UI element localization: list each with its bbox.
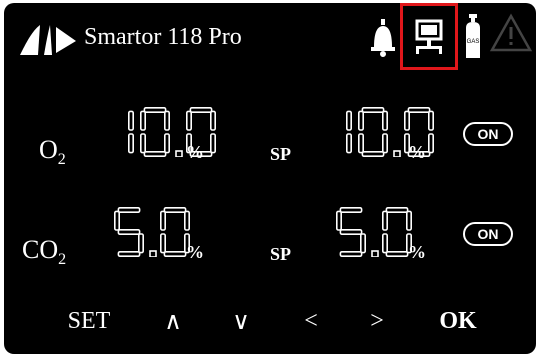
co2-label: CO2 — [22, 235, 67, 269]
segment-f — [186, 110, 193, 131]
digit-1 — [345, 110, 352, 154]
segment-e — [357, 133, 364, 154]
ok-button[interactable]: OK — [436, 303, 480, 339]
segment-c — [137, 233, 144, 254]
segment-f — [381, 210, 388, 231]
segment-c — [345, 133, 352, 154]
decimal-point — [175, 150, 183, 157]
segment-f — [139, 110, 146, 131]
digit-5 — [114, 207, 144, 257]
segment-c — [163, 133, 170, 154]
segment-c — [210, 133, 217, 154]
segment-a — [339, 207, 363, 214]
segment-a — [163, 207, 187, 214]
segment-f — [336, 210, 343, 231]
segment-d — [117, 250, 141, 257]
segment-b — [345, 110, 352, 131]
segment-e — [381, 233, 388, 254]
segment-c — [381, 133, 388, 154]
seven-segment-readout — [336, 207, 413, 257]
segment-d — [163, 250, 187, 257]
segment-a — [117, 207, 141, 214]
co2-value-display — [114, 207, 196, 257]
co2-unit: % — [186, 242, 204, 262]
segment-a — [143, 107, 167, 114]
o2-value-display — [104, 107, 222, 157]
up-button[interactable]: ∧ — [158, 303, 188, 339]
segment-b — [210, 110, 217, 131]
segment-d — [361, 150, 385, 157]
digit-5 — [336, 207, 366, 257]
segment-b — [127, 110, 134, 131]
segment-a — [407, 107, 431, 114]
network-icon — [415, 19, 443, 54]
o2-sp-label: SP — [270, 144, 292, 164]
app-title: Smartor 118 Pro — [84, 24, 242, 50]
segment-f — [159, 210, 166, 231]
segment-c — [127, 133, 134, 154]
segment-g — [339, 228, 363, 235]
set-button[interactable]: SET — [62, 303, 116, 339]
segment-e — [139, 133, 146, 154]
o2-sp-unit: % — [408, 142, 426, 162]
gas-cylinder-icon[interactable]: GAS — [462, 14, 484, 60]
co2-sp-unit: % — [408, 242, 426, 262]
digit-0 — [381, 207, 413, 257]
segment-f — [404, 110, 411, 131]
decimal-point — [371, 250, 379, 257]
segment-b — [428, 110, 435, 131]
display-screen: Smartor 118 Pro GAS O2 % SP % ON CO2 % S… — [4, 3, 536, 354]
segment-a — [361, 107, 385, 114]
digit-1 — [127, 110, 134, 154]
segment-d — [143, 150, 167, 157]
segment-e — [159, 233, 166, 254]
co2-toggle-button[interactable]: ON — [463, 222, 513, 246]
segment-b — [184, 210, 191, 231]
left-button[interactable]: < — [296, 303, 326, 339]
segment-f — [357, 110, 364, 131]
segment-g — [117, 228, 141, 235]
segment-c — [359, 233, 366, 254]
gas-label: GAS — [467, 39, 480, 45]
segment-a — [189, 107, 213, 114]
network-status-highlight[interactable] — [400, 3, 458, 70]
digit-0 — [139, 107, 170, 157]
co2-sp-label: SP — [270, 244, 292, 264]
decimal-point — [393, 150, 401, 157]
digit-0 — [159, 207, 191, 257]
segment-d — [385, 250, 409, 257]
segment-b — [381, 110, 388, 131]
co2-setpoint-display — [336, 207, 418, 257]
seven-segment-readout — [114, 207, 191, 257]
bell-icon[interactable] — [370, 19, 396, 57]
segment-d — [339, 250, 363, 257]
segment-b — [163, 110, 170, 131]
o2-toggle-button[interactable]: ON — [463, 122, 513, 146]
segment-f — [114, 210, 121, 231]
warning-icon[interactable] — [489, 13, 533, 53]
o2-label: O2 — [39, 135, 66, 169]
digit-0 — [357, 107, 388, 157]
right-button[interactable]: > — [362, 303, 392, 339]
logo-icon — [20, 25, 76, 55]
segment-c — [428, 133, 435, 154]
o2-unit: % — [186, 142, 204, 162]
segment-a — [385, 207, 409, 214]
seven-segment-readout — [127, 107, 217, 157]
down-button[interactable]: ∨ — [226, 303, 256, 339]
decimal-point — [149, 250, 157, 257]
segment-b — [406, 210, 413, 231]
